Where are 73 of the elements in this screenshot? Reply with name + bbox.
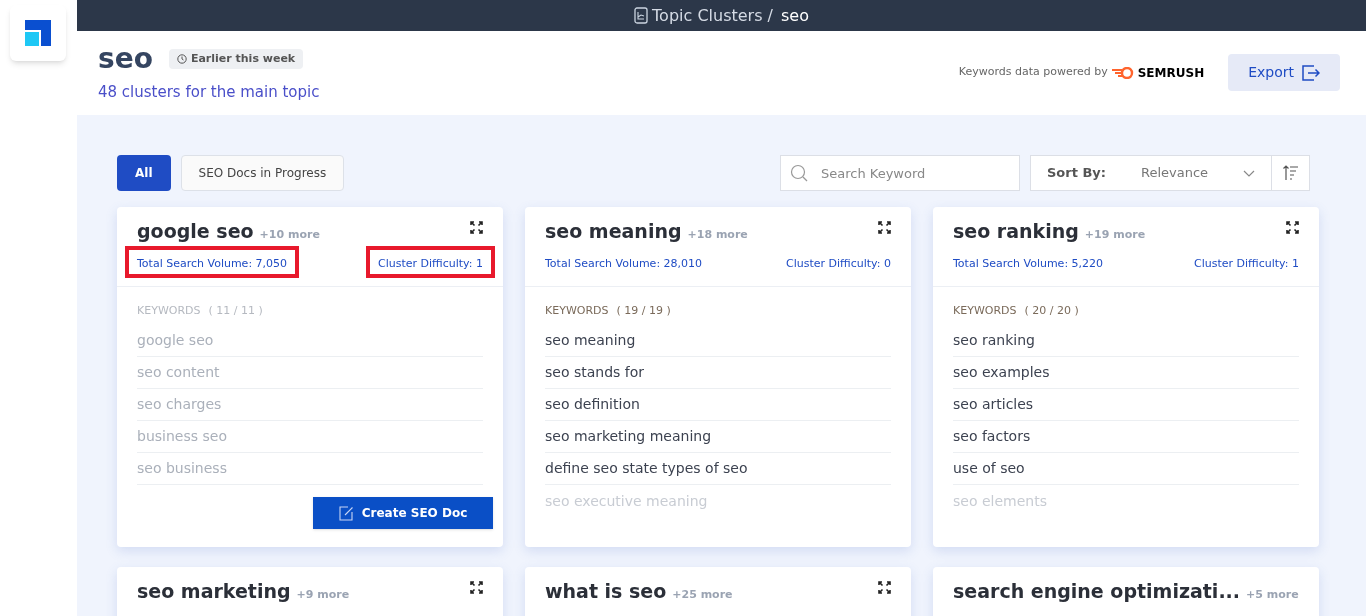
more-count: +18 more	[687, 227, 748, 243]
cluster-difficulty: Cluster Difficulty: 1	[378, 256, 483, 270]
cluster-title: what is seo	[545, 579, 667, 604]
keyword-item: seo examples	[953, 357, 1299, 389]
expand-icon[interactable]	[1286, 221, 1299, 234]
keyword-item: seo content	[137, 357, 483, 389]
expand-icon[interactable]	[878, 221, 891, 234]
cluster-card[interactable]: google seo +10 more Total Search Volume: 7,050 Cluster Difficulty: 1 KEYWORDS ( 11 / 11 ) google seo seo content seo charges business seo seo business Create SEO Doc	[117, 207, 503, 547]
keyword-item: seo ranking	[953, 325, 1299, 357]
clock-icon	[176, 54, 187, 64]
expand-icon[interactable]	[470, 221, 483, 234]
provider-name: SEMRUSH	[1137, 64, 1205, 82]
keyword-item: use of seo	[953, 453, 1299, 485]
keyword-item: google seo	[137, 325, 483, 357]
keyword-item: seo articles	[953, 389, 1299, 421]
cluster-card[interactable]: what is seo +25 more	[525, 567, 911, 616]
keywords-label: KEYWORDS	[137, 302, 201, 319]
keyword-item: define seo state types of seo	[545, 453, 891, 485]
export-icon	[1302, 64, 1320, 81]
sort-dropdown[interactable]: Sort By: Relevance	[1030, 155, 1272, 191]
cluster-card[interactable]: seo marketing +9 more	[117, 567, 503, 616]
more-count: +25 more	[672, 587, 733, 603]
cluster-title: search engine optimizati...	[953, 579, 1241, 604]
breadcrumb-link[interactable]: Topic Clusters /	[652, 3, 773, 28]
keyword-item: business seo	[137, 421, 483, 453]
filter-tab[interactable]: SEO Docs in Progress	[180, 155, 345, 191]
export-button[interactable]: Export	[1228, 54, 1340, 91]
breadcrumb-current: seo	[781, 4, 809, 27]
keywords-count: ( 20 / 20 )	[1024, 302, 1079, 319]
logo-icon	[25, 20, 51, 46]
keyword-item: seo business	[137, 453, 483, 485]
search-volume: Total Search Volume: 7,050	[137, 256, 288, 270]
filter-tab[interactable]: All	[117, 155, 171, 191]
more-count: +19 more	[1084, 227, 1146, 243]
provider-logo-icon	[1111, 66, 1134, 79]
keyword-item: seo charges	[137, 389, 483, 421]
powered-by-text: Keywords data powered by	[958, 64, 1108, 81]
sort-order-button[interactable]	[1272, 155, 1310, 191]
more-count: +5 more	[1246, 587, 1299, 603]
chevron-down-icon	[1243, 169, 1255, 177]
cluster-difficulty: Cluster Difficulty: 0	[786, 256, 891, 270]
more-count: +9 more	[296, 587, 350, 603]
cluster-title: seo meaning	[545, 219, 682, 244]
cluster-title: seo marketing	[137, 579, 291, 604]
time-badge: Earlier this week	[168, 48, 304, 70]
expand-icon[interactable]	[470, 581, 483, 594]
cluster-difficulty: Cluster Difficulty: 1	[1194, 256, 1299, 270]
keyword-item: seo marketing meaning	[545, 421, 891, 453]
keyword-item: seo factors	[953, 421, 1299, 453]
search-volume: Total Search Volume: 28,010	[545, 256, 703, 270]
document-icon	[634, 7, 649, 24]
keyword-item: seo stands for	[545, 357, 891, 389]
search-volume: Total Search Volume: 5,220	[953, 256, 1104, 270]
keywords-count: ( 19 / 19 )	[616, 302, 671, 319]
cluster-title: google seo	[137, 219, 254, 244]
keyword-item: seo meaning	[545, 325, 891, 357]
expand-icon[interactable]	[878, 581, 891, 594]
keywords-label: KEYWORDS	[545, 302, 609, 319]
edit-icon	[338, 505, 354, 521]
search-field[interactable]: Search Keyword	[780, 155, 1020, 191]
sort-icon	[1282, 165, 1299, 181]
create-doc-button[interactable]: Create SEO Doc	[313, 497, 493, 529]
more-count: +10 more	[259, 227, 320, 243]
subtitle: 48 clusters for the main topic	[98, 82, 320, 103]
cluster-title: seo ranking	[953, 219, 1079, 244]
keywords-count: ( 11 / 11 )	[208, 302, 263, 319]
cluster-card[interactable]	[525, 207, 911, 547]
cluster-card[interactable]: search engine optimizati... +5 more	[933, 567, 1319, 616]
sort-label: Sort By:	[1047, 164, 1108, 183]
app-logo[interactable]	[10, 5, 66, 61]
keywords-label: KEYWORDS	[953, 302, 1017, 319]
keyword-item: seo definition	[545, 389, 891, 421]
page-title: seo	[98, 43, 153, 75]
